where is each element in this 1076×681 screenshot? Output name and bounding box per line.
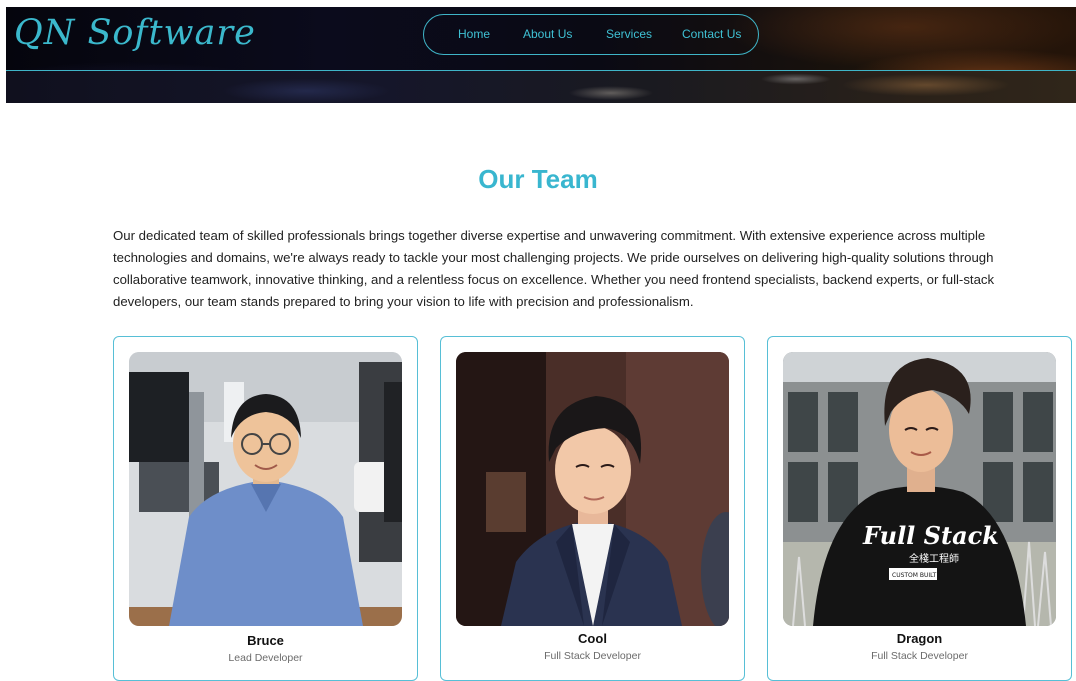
team-intro-paragraph: Our dedicated team of skilled profession… [113,228,995,309]
section-title: Our Team [478,164,598,194]
member-role: Full Stack Developer [544,650,641,662]
member-photo-dragon: Full Stack 全棧工程師 CUSTOM BUILT [783,352,1056,626]
team-member-card-bruce[interactable]: Bruce Lead Developer [113,336,418,681]
site-logo[interactable]: QN Software [14,13,256,53]
shirt-text-custom-built: CUSTOM BUILT [892,572,937,579]
nav-contact-us-link[interactable]: Contact Us [682,27,741,41]
member-role: Full Stack Developer [871,650,968,662]
nav-about-us-link[interactable]: About Us [523,27,572,41]
header-divider [6,70,1076,71]
member-name: Cool [578,631,607,646]
team-member-card-dragon[interactable]: Full Stack 全棧工程師 CUSTOM BUILT Dragon Ful… [767,336,1072,681]
site-header: QN Software Home About Us Services Conta… [6,7,1076,103]
header-night-city-banner [6,71,1076,103]
member-photo-cool [456,352,729,626]
main-navigation: Home About Us Services Contact Us [423,14,759,55]
shirt-text-chinese: 全棧工程師 [909,552,959,565]
member-photo-bruce [129,352,402,626]
shirt-text-fullstack: Full Stack [862,521,999,550]
nav-services-link[interactable]: Services [606,27,652,41]
team-member-card-cool[interactable]: Cool Full Stack Developer [440,336,745,681]
nav-home-link[interactable]: Home [458,27,490,41]
member-name: Bruce [247,633,284,648]
member-role: Lead Developer [228,652,303,664]
member-name: Dragon [896,631,943,646]
